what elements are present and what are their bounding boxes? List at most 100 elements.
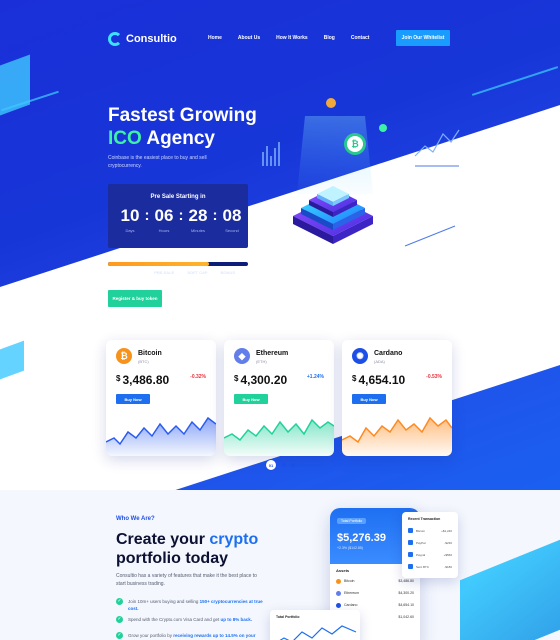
isometric-crypto-illustration: ₿ (262, 98, 460, 247)
hero-title-line1: Fastest Growing (108, 105, 257, 126)
phone-asset-name: Bitcoin (344, 579, 355, 583)
nav-link-blog[interactable]: Blog (324, 35, 335, 41)
countdown-days-value: 10 (120, 206, 140, 225)
about-title-line1: Create your crypto (116, 530, 296, 549)
hero-title-rest: Agency (141, 128, 215, 149)
coin-card-cardano: ✺ Cardano (ADA) $4,654.10 -0.53% Buy Now (342, 340, 452, 456)
countdown-minutes-value: 28 (188, 206, 208, 225)
nav-link-about[interactable]: About Us (238, 35, 260, 41)
about-eyebrow: Who We Are? (116, 516, 155, 522)
progress-label-bonus: BONUS (220, 270, 235, 275)
phone-asset-value: $3,486.80 (398, 579, 414, 583)
about-bullet: ✓ Join 10m+ users buying and selling 150… (116, 598, 266, 612)
coin-price-value: 3,486.80 (122, 373, 170, 387)
about-bullet-highlight: up to 8% back. (220, 617, 252, 622)
coin-change: -0.53% (426, 374, 442, 380)
check-icon: ✓ (116, 632, 123, 639)
total-portfolio-card: Total Portfolio (270, 610, 360, 640)
register-buy-token-button[interactable]: Register & buy token (108, 290, 162, 307)
transaction-row: Bitcoin +$1,240 (408, 528, 452, 533)
nav-link-contact[interactable]: Contact (351, 35, 370, 41)
countdown-hours: 06 Hours (150, 206, 178, 233)
countdown-hours-value: 06 (154, 206, 174, 225)
transaction-icon (408, 540, 413, 545)
coin-price: $3,486.80 (116, 373, 169, 387)
phone-asset-value: $4,300.20 (398, 591, 414, 595)
top-nav: Consultio Home About Us How It Works Blo… (0, 24, 560, 54)
transaction-row: PayPal -$230 (408, 540, 452, 545)
coin-name: Cardano (374, 350, 403, 357)
svg-text:₿: ₿ (351, 139, 358, 149)
phone-tab: Total Portfolio (337, 518, 367, 524)
about-bullet-highlight: receiving rewards up to 14.5% on your (173, 633, 256, 638)
total-portfolio-title: Total Portfolio (276, 615, 300, 619)
progress-label-presale: PRE-SALE (154, 270, 175, 275)
coin-currency: $ (352, 374, 357, 383)
about-title-line2: portfolio today (116, 550, 228, 567)
coin-sparkline-chart (342, 416, 452, 456)
coin-sparkline-chart (106, 416, 216, 456)
phone-balance: $5,276.39 (337, 532, 386, 544)
coin-change: +1.24% (306, 374, 324, 380)
transaction-row: Paypal +$560 (408, 552, 452, 557)
pagination-dot[interactable] (291, 463, 295, 467)
buy-now-button[interactable]: Buy Now (352, 394, 386, 404)
countdown-hours-label: Hours (158, 228, 170, 233)
transaction-icon (408, 528, 413, 533)
coin-currency: $ (116, 374, 121, 383)
cardano-icon (336, 602, 341, 608)
countdown-days-label: Days (125, 228, 135, 233)
join-whitelist-button[interactable]: Join Our Whitelist (396, 30, 450, 46)
about-bullet-pre: Spend with the Crypto.com Visa Card and … (128, 617, 221, 622)
coin-name: Bitcoin (138, 350, 162, 357)
countdown-row: 10 Days : 06 Hours : 28 Minutes : 08 Sec… (116, 206, 246, 233)
phone-asset-value: $4,654.10 (398, 603, 414, 607)
transaction-name: PayPal (416, 540, 426, 545)
progress-label-softcap: SOFT CAP (187, 270, 208, 275)
portfolio-line-chart (279, 625, 357, 640)
transaction-name: Sent BTC (416, 564, 430, 569)
transaction-icon (408, 564, 413, 569)
sale-progress-fill (108, 262, 209, 266)
transaction-row: Sent BTC -$180 (408, 564, 452, 569)
nav-links: Home About Us How It Works Blog Contact (208, 35, 385, 41)
hero-subtitle: Coinbase is the easiest place to buy and… (108, 155, 207, 169)
coin-symbol: (ETH) (256, 359, 267, 364)
buy-now-button[interactable]: Buy Now (234, 394, 268, 404)
nav-link-how-it-works[interactable]: How It Works (276, 35, 308, 41)
transaction-amount: +$1,240 (441, 528, 452, 533)
coin-card-ethereum: ◆ Ethereum (ETH) $4,300.20 +1.24% Buy No… (224, 340, 334, 456)
logo[interactable]: Consultio (108, 32, 177, 46)
sale-progress-labels: PRE-SALE SOFT CAP BONUS (108, 270, 248, 275)
about-bullet-text: Join 10m+ users buying and selling 150+ … (128, 598, 266, 612)
check-icon: ✓ (116, 616, 123, 623)
countdown-seconds-label: Second (225, 228, 239, 233)
pagination-dot[interactable] (282, 463, 286, 467)
countdown-minutes-label: Minutes (190, 228, 205, 233)
about-bullet-text: Grow your portfolio by receiving rewards… (128, 632, 256, 639)
transaction-name: Bitcoin (416, 528, 426, 533)
about-bullet: ✓ Spend with the Crypto.com Visa Card an… (116, 616, 266, 623)
countdown-days: 10 Days (116, 206, 144, 233)
hero-title-line2: ICO Agency (108, 127, 257, 150)
phone-section-title: Assets (336, 568, 350, 573)
bitcoin-icon: ₿ (116, 348, 132, 364)
countdown-title: Pre Sale Starting in (150, 194, 206, 200)
phone-asset-row: Bitcoin $3,486.80 (336, 576, 414, 586)
about-bullet-pre: Join 10m+ users buying and selling (128, 599, 200, 604)
countdown-box: Pre Sale Starting in 10 Days : 06 Hours … (108, 184, 248, 248)
transaction-amount: -$180 (444, 564, 452, 569)
buy-now-button[interactable]: Buy Now (116, 394, 150, 404)
bitcoin-icon (336, 578, 341, 584)
coin-name: Ethereum (256, 350, 289, 357)
cardano-icon: ✺ (352, 348, 368, 364)
pagination-dot-active[interactable]: 01 (265, 459, 277, 471)
check-icon: ✓ (116, 598, 123, 605)
recent-transactions-title: Recent Transaction (408, 517, 441, 521)
about-title-accent: crypto (209, 531, 259, 548)
countdown-minutes: 28 Minutes (184, 206, 212, 233)
about-bullet-text: Spend with the Crypto.com Visa Card and … (128, 616, 252, 623)
nav-link-home[interactable]: Home (208, 35, 222, 41)
transaction-icon (408, 552, 413, 557)
coin-sparkline-chart (224, 418, 334, 456)
